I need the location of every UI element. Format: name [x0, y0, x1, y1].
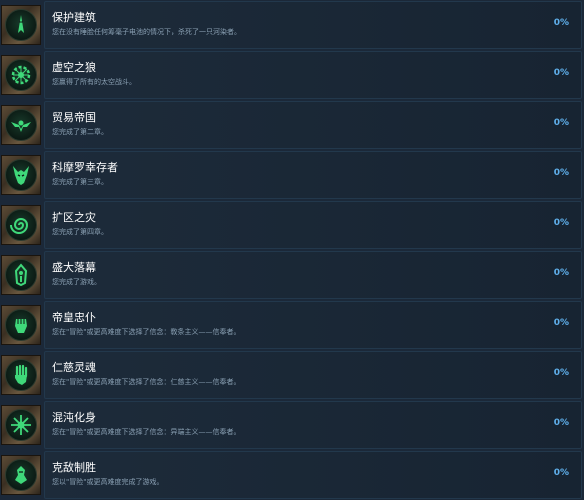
open-hand-icon [5, 359, 37, 391]
achievement-title: 盛大落幕 [52, 261, 96, 274]
achievement-card: 混沌化身 您在"冒险"或更高难度下选择了信念：异端主义——信奉者。 0% [44, 401, 582, 449]
achievement-title: 仁慈灵魂 [52, 361, 96, 374]
achievement-percent: 0% [553, 218, 569, 228]
achievement-title: 扩区之灾 [52, 211, 96, 224]
achievement-title: 虚空之狼 [52, 61, 96, 74]
achievement-card: 盛大落幕 您完成了游戏。 0% [44, 251, 582, 299]
achievement-card: 虚空之狼 您赢得了所有的太空战斗。 0% [44, 51, 582, 99]
achievement-title: 克敌制胜 [52, 461, 96, 474]
achievement-description: 您完成了第四章。 [52, 228, 108, 236]
achievement-percent: 0% [553, 318, 569, 328]
achievement-card: 克敌制胜 您以"冒险"或更高难度完成了游戏。 0% [44, 451, 582, 499]
achievement-card: 贸易帝国 您完成了第二章。 0% [44, 101, 582, 149]
achievement-title: 贸易帝国 [52, 111, 96, 124]
achievement-badge [1, 55, 41, 95]
achievement-row[interactable]: 保护建筑 您在没有睡脸任何筹毫子电池的情况下，杀死了一只河染者。 0% [0, 0, 584, 50]
achievement-row[interactable]: 贸易帝国 您完成了第二章。 0% [0, 100, 584, 150]
achievement-percent: 0% [553, 68, 569, 78]
spire-icon [5, 9, 37, 41]
armored-warrior-icon [5, 459, 37, 491]
achievement-row[interactable]: 盛大落幕 您完成了游戏。 0% [0, 250, 584, 300]
fist-icon [5, 309, 37, 341]
achievement-description: 您完成了第二章。 [52, 128, 108, 136]
demon-mask-icon [5, 159, 37, 191]
achievement-badge [1, 455, 41, 495]
achievement-badge [1, 405, 41, 445]
achievement-row[interactable]: 克敌制胜 您以"冒险"或更高难度完成了游戏。 0% [0, 450, 584, 500]
achievement-description: 您赢得了所有的太空战斗。 [52, 78, 136, 86]
achievement-card: 科摩罗幸存者 您完成了第三章。 0% [44, 151, 582, 199]
achievement-percent: 0% [553, 18, 569, 28]
achievement-row[interactable]: 仁慈灵魂 您在"冒险"或更高难度下选择了信念：仁慈主义——信奉者。 0% [0, 350, 584, 400]
achievement-badge [1, 355, 41, 395]
achievement-description: 您在"冒险"或更高难度下选择了信念：仁慈主义——信奉者。 [52, 378, 241, 386]
achievement-badge [1, 155, 41, 195]
winged-skull-icon [5, 109, 37, 141]
achievement-card: 仁慈灵魂 您在"冒险"或更高难度下选择了信念：仁慈主义——信奉者。 0% [44, 351, 582, 399]
achievement-badge [1, 205, 41, 245]
achievement-badge [1, 305, 41, 345]
achievement-description: 您在"冒险"或更高难度下选择了信念：敎条主义——信奉者。 [52, 328, 241, 336]
achievement-title: 混沌化身 [52, 411, 96, 424]
achievement-description: 您完成了游戏。 [52, 278, 101, 286]
achievement-description: 您在"冒险"或更高难度下选择了信念：异端主义——信奉者。 [52, 428, 241, 436]
achievement-percent: 0% [553, 268, 569, 278]
achievement-percent: 0% [553, 118, 569, 128]
achievement-percent: 0% [553, 168, 569, 178]
achievement-row[interactable]: 科摩罗幸存者 您完成了第三章。 0% [0, 150, 584, 200]
achievement-description: 您在没有睡脸任何筹毫子电池的情况下，杀死了一只河染者。 [52, 28, 241, 36]
achievement-badge [1, 255, 41, 295]
achievement-percent: 0% [553, 468, 569, 478]
spiral-icon [5, 209, 37, 241]
achievement-row[interactable]: 扩区之灾 您完成了第四章。 0% [0, 200, 584, 250]
achievement-title: 科摩罗幸存者 [52, 161, 118, 174]
achievement-list: 保护建筑 您在没有睡脸任何筹毫子电池的情况下，杀死了一只河染者。 0% 虚空之狼… [0, 0, 584, 499]
achievement-title: 帝皇忠仆 [52, 311, 96, 324]
achievement-row[interactable]: 帝皇忠仆 您在"冒险"或更高难度下选择了信念：敎条主义——信奉者。 0% [0, 300, 584, 350]
gear-star-icon [5, 59, 37, 91]
achievement-row[interactable]: 混沌化身 您在"冒险"或更高难度下选择了信念：异端主义——信奉者。 0% [0, 400, 584, 450]
achievement-description: 您完成了第三章。 [52, 178, 108, 186]
achievement-card: 扩区之灾 您完成了第四章。 0% [44, 201, 582, 249]
achievement-title: 保护建筑 [52, 11, 96, 24]
achievement-percent: 0% [553, 368, 569, 378]
achievement-percent: 0% [553, 418, 569, 428]
achievement-badge [1, 105, 41, 145]
achievement-card: 帝皇忠仆 您在"冒险"或更高难度下选择了信念：敎条主义——信奉者。 0% [44, 301, 582, 349]
achievement-badge [1, 5, 41, 45]
hooded-figure-icon [5, 259, 37, 291]
chaos-star-icon [5, 409, 37, 441]
achievement-card: 保护建筑 您在没有睡脸任何筹毫子电池的情况下，杀死了一只河染者。 0% [44, 1, 582, 49]
achievement-row[interactable]: 虚空之狼 您赢得了所有的太空战斗。 0% [0, 50, 584, 100]
